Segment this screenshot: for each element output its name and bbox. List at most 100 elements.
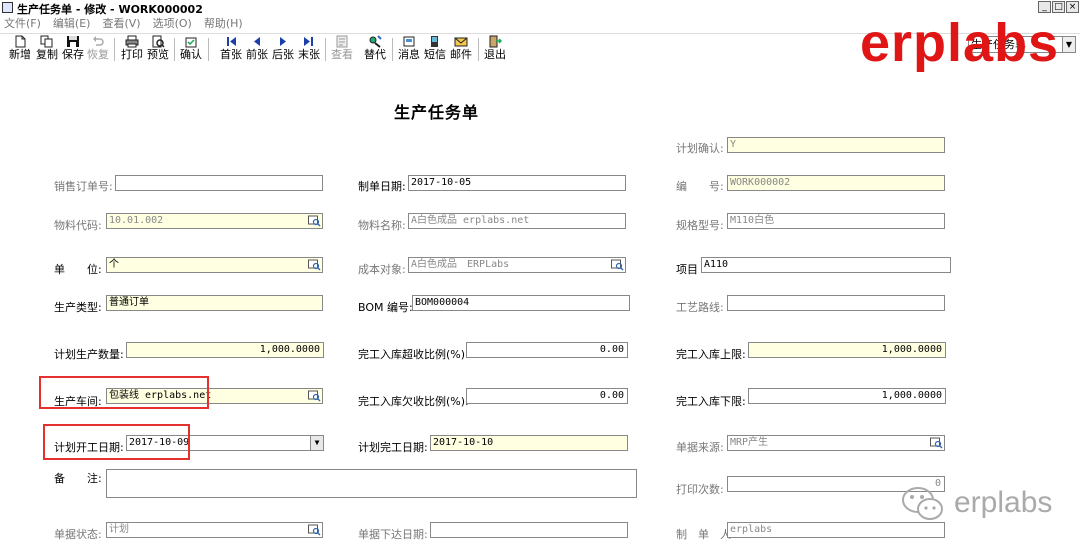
last-button[interactable]: 末张 [298, 35, 320, 64]
print-preview-icon [152, 35, 165, 48]
finish-date-field[interactable]: 2017-10-10 [430, 435, 628, 451]
over-ratio-label: 完工入库超收比例(%): [358, 348, 469, 361]
plan-confirm-label: 计划确认: [676, 142, 724, 155]
wechat-watermark: erplabs [900, 483, 1052, 523]
floppy-disk-icon [67, 36, 79, 47]
undo-icon [93, 36, 104, 46]
sms-button[interactable]: 短信 [424, 35, 446, 64]
material-name-label: 物料名称: [358, 219, 406, 232]
menu-help[interactable]: 帮助(H) [204, 15, 243, 32]
route-label: 工艺路线: [676, 301, 724, 314]
lower-limit-label: 完工入库下限: [676, 395, 746, 408]
first-button[interactable]: 首张 [220, 35, 242, 64]
app-icon [2, 2, 13, 13]
toolbar-separator [174, 38, 175, 61]
material-code-field[interactable]: 10.01.002 [106, 213, 323, 229]
print-button[interactable]: 打印 [121, 35, 143, 64]
toolbar-separator [478, 38, 479, 61]
project-field[interactable]: A110 [701, 257, 951, 273]
number-label: 编 号: [676, 180, 724, 193]
lookup-icon[interactable] [308, 524, 321, 536]
view-icon [336, 35, 348, 48]
sales-order-label: 销售订单号: [54, 180, 113, 193]
status-label: 单据状态: [54, 528, 102, 541]
confirm-stamp-icon [185, 37, 197, 48]
email-button[interactable]: 邮件 [450, 35, 472, 64]
toolbar-separator [392, 38, 393, 61]
copy-button[interactable]: 复制 [36, 35, 58, 64]
lookup-icon[interactable] [611, 259, 624, 271]
watermark-text: erplabs [954, 486, 1053, 519]
spec-field[interactable]: M110白色 [727, 213, 945, 229]
prod-type-field[interactable]: 普通订单 [106, 295, 323, 311]
unit-field[interactable]: 个 [106, 257, 323, 273]
menu-view[interactable]: 查看(V) [102, 15, 140, 32]
last-record-icon [304, 37, 313, 46]
lookup-icon[interactable] [308, 215, 321, 227]
maker-field[interactable]: erplabs [727, 522, 945, 538]
toolbar-separator [325, 38, 326, 61]
make-date-label: 制单日期: [358, 180, 406, 193]
lookup-icon[interactable] [308, 390, 321, 402]
printer-icon [125, 35, 139, 48]
source-field[interactable]: MRP产生 [727, 435, 945, 451]
lookup-icon[interactable] [308, 259, 321, 271]
confirm-button[interactable]: 确认 [180, 35, 202, 64]
over-ratio-field[interactable]: 0.00 [466, 342, 628, 358]
remark-textarea[interactable] [106, 469, 637, 498]
message-button[interactable]: 消息 [398, 35, 420, 64]
view-button[interactable]: 查看 [331, 35, 353, 64]
finish-date-label: 计划完工日期: [358, 441, 428, 454]
exit-door-icon [489, 35, 502, 48]
plan-qty-field[interactable]: 1,000.0000 [126, 342, 324, 358]
menu-edit[interactable]: 编辑(E) [53, 15, 91, 32]
plan-confirm-field[interactable]: Y [727, 137, 945, 153]
chevron-down-icon[interactable]: ▼ [310, 436, 323, 450]
save-button[interactable]: 保存 [62, 35, 84, 64]
route-field[interactable] [727, 295, 945, 311]
remark-label: 备 注: [54, 472, 102, 485]
replace-button[interactable]: 替代 [364, 35, 386, 64]
material-code-label: 物料代码: [54, 219, 102, 232]
material-name-field[interactable]: A白色成品 erplabs.net [408, 213, 626, 229]
issue-date-label: 单据下达日期: [358, 528, 428, 541]
issue-date-field[interactable] [430, 522, 628, 538]
under-ratio-label: 完工入库欠收比例(%): [358, 395, 469, 408]
sales-order-field[interactable] [115, 175, 323, 191]
new-document-icon [15, 35, 26, 48]
print-count-label: 打印次数: [676, 483, 724, 496]
next-record-icon [280, 37, 286, 46]
replace-icon [369, 35, 382, 48]
spec-label: 规格型号: [676, 219, 724, 232]
under-ratio-field[interactable]: 0.00 [466, 388, 628, 404]
highlight-box-start-date [43, 424, 190, 460]
wechat-icon [902, 487, 943, 520]
chevron-down-icon[interactable]: ▼ [1062, 37, 1075, 52]
cost-object-field[interactable]: A白色成品 ERPLabs [408, 257, 626, 273]
preview-button[interactable]: 预览 [147, 35, 169, 64]
number-field[interactable]: WORK000002 [727, 175, 945, 191]
restore-button[interactable]: □ [1052, 1, 1065, 13]
source-label: 单据来源: [676, 441, 724, 454]
next-button[interactable]: 后张 [272, 35, 294, 64]
minimize-button[interactable]: _ [1038, 1, 1051, 13]
make-date-field[interactable]: 2017-10-05 [408, 175, 626, 191]
form-title: 生产任务单 [394, 103, 480, 122]
toolbar-separator [208, 38, 209, 61]
upper-limit-field[interactable]: 1,000.0000 [748, 342, 946, 358]
menu-file[interactable]: 文件(F) [4, 15, 41, 32]
menu-options[interactable]: 选项(O) [153, 15, 192, 32]
prev-button[interactable]: 前张 [246, 35, 268, 64]
lookup-icon[interactable] [930, 437, 943, 449]
prod-type-label: 生产类型: [54, 301, 102, 314]
bom-field[interactable]: BOM000004 [412, 295, 630, 311]
exit-button[interactable]: 退出 [484, 35, 506, 64]
close-button[interactable]: × [1066, 1, 1079, 13]
new-button[interactable]: 新增 [9, 35, 31, 64]
status-field[interactable]: 计划 [106, 522, 323, 538]
lower-limit-field[interactable]: 1,000.0000 [748, 388, 946, 404]
maker-label: 制 单 人: [676, 528, 735, 541]
upper-limit-label: 完工入库上限: [676, 348, 746, 361]
toolbar-separator [114, 38, 115, 61]
restore-button-toolbar[interactable]: 恢复 [87, 35, 109, 64]
